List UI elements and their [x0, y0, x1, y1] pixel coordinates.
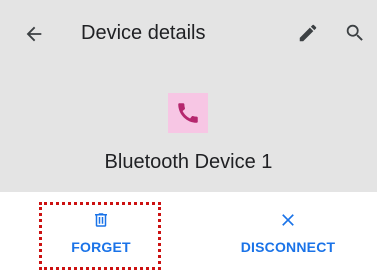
forget-label: FORGET	[71, 239, 131, 255]
trash-icon	[91, 210, 111, 230]
arrow-back-icon	[26, 26, 42, 42]
app-bar: Device details	[0, 0, 377, 66]
device-actions: FORGET DISCONNECT	[0, 192, 377, 280]
forget-button[interactable]: FORGET	[40, 202, 162, 268]
phone-icon	[178, 103, 198, 123]
disconnect-button[interactable]: DISCONNECT	[226, 202, 350, 268]
page-title: Device details	[81, 22, 206, 44]
back-button[interactable]	[20, 20, 48, 48]
disconnect-label: DISCONNECT	[240, 239, 336, 255]
pencil-icon	[299, 24, 317, 42]
device-name: Bluetooth Device 1	[104, 151, 273, 173]
device-header: Device details Bluetooth Device 1	[0, 0, 377, 192]
search-icon	[346, 24, 363, 41]
edit-button[interactable]	[295, 20, 321, 46]
device-details-screen: Device details Bluetooth Device 1 FORGET…	[0, 0, 377, 280]
search-button[interactable]	[341, 19, 369, 47]
device-icon-badge	[168, 93, 208, 133]
close-icon	[278, 210, 298, 230]
